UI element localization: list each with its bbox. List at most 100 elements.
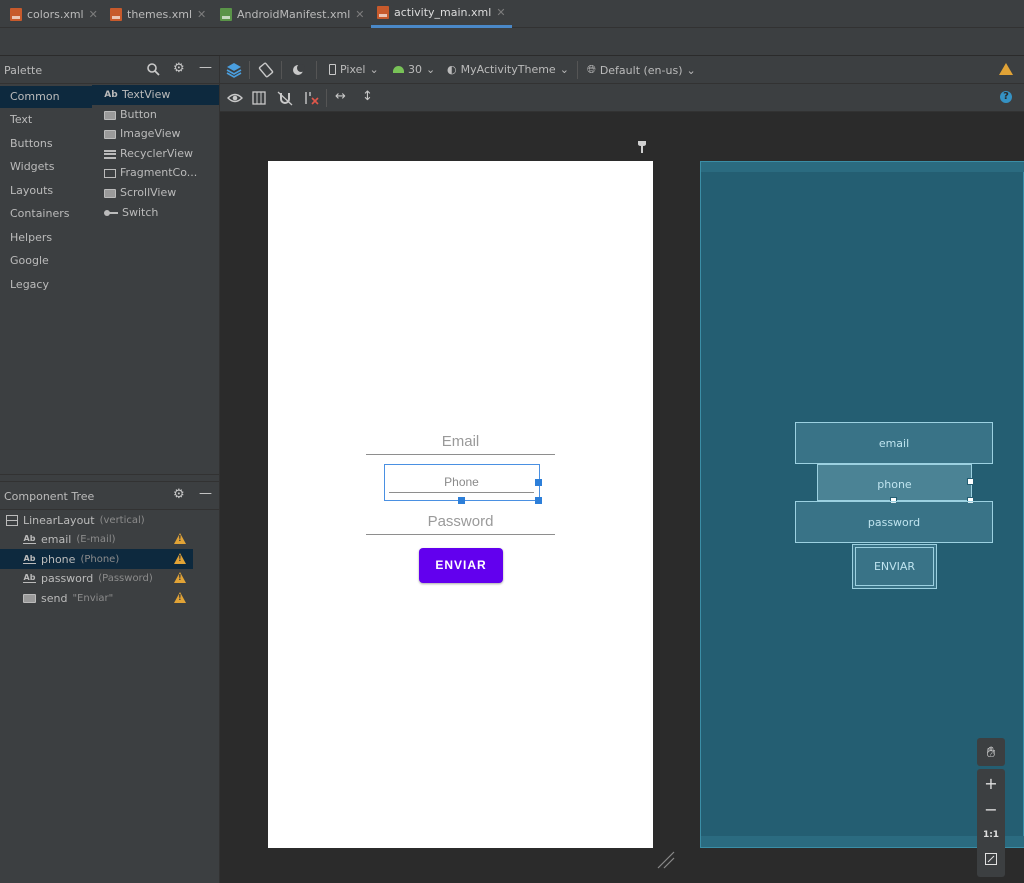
tab-themes-xml[interactable]: themes.xml ✕ xyxy=(104,0,212,28)
design-surface[interactable] xyxy=(268,161,653,848)
hand-icon: ✋︎ xyxy=(986,743,996,761)
warning-icon[interactable]: ! xyxy=(174,572,186,583)
tab-activity-main-xml[interactable]: activity_main.xml ✕ xyxy=(371,0,512,28)
palette-title: Palette xyxy=(4,64,43,77)
zoom-out-button[interactable]: − xyxy=(977,800,1005,819)
clear-constraints-icon[interactable] xyxy=(304,91,320,109)
tab-colors-xml[interactable]: colors.xml ✕ xyxy=(4,0,104,28)
blueprint-send[interactable]: ENVIAR xyxy=(852,544,937,589)
palette-category-common[interactable]: Common xyxy=(0,86,92,108)
editor-tab-bar: colors.xml ✕ themes.xml ✕ AndroidManifes… xyxy=(0,0,1024,28)
tree-node-email[interactable]: Ab email (E-mail) xyxy=(0,529,193,549)
rotate-orientation-icon[interactable] xyxy=(258,62,274,82)
warning-icon[interactable]: ! xyxy=(174,592,186,603)
minimize-icon[interactable]: — xyxy=(199,61,212,75)
blueprint-password[interactable]: password xyxy=(795,501,993,543)
search-icon[interactable] xyxy=(147,63,160,80)
resize-handle[interactable] xyxy=(458,497,465,504)
tree-node-label: send xyxy=(41,591,68,605)
textview-icon: Ab xyxy=(104,90,118,100)
manifest-file-icon xyxy=(220,7,232,21)
phone-field[interactable]: Phone xyxy=(389,469,534,493)
expand-horizontal-icon[interactable]: ↔ xyxy=(335,90,346,104)
theme-selector[interactable]: ◐ MyActivityTheme ⌄ xyxy=(447,63,569,76)
panel-splitter[interactable] xyxy=(0,474,219,482)
zoom-to-fit-button[interactable] xyxy=(977,853,1005,868)
close-icon[interactable]: ✕ xyxy=(355,8,364,21)
palette-category-legacy[interactable]: Legacy xyxy=(0,274,92,296)
minimize-icon[interactable]: — xyxy=(199,487,212,501)
device-selector[interactable]: Pixel ⌄ xyxy=(329,63,379,76)
textview-icon: Ab xyxy=(23,534,36,544)
locale-selector[interactable]: 🌐︎ Default (en-us) ⌄ xyxy=(587,63,696,77)
zoom-in-button[interactable]: + xyxy=(977,774,1005,793)
palette-category-widgets[interactable]: Widgets xyxy=(0,156,92,178)
tree-node-phone[interactable]: Ab phone (Phone) xyxy=(0,549,193,569)
warning-icon[interactable]: ! xyxy=(174,533,186,544)
warning-icon[interactable] xyxy=(999,63,1013,75)
blueprint-phone[interactable]: phone xyxy=(817,464,972,501)
tree-node-label: password xyxy=(41,571,94,585)
pan-tool-button[interactable]: ✋︎ xyxy=(977,738,1005,766)
magnet-off-icon[interactable] xyxy=(277,90,293,110)
xml-file-icon xyxy=(10,7,22,21)
email-field[interactable]: Email xyxy=(366,431,555,455)
tree-node-send[interactable]: send "Enviar" xyxy=(0,588,193,608)
api-level-selector[interactable]: 30 ⌄ xyxy=(393,63,435,76)
palette-category-text[interactable]: Text xyxy=(0,109,92,131)
scrollview-icon xyxy=(104,188,116,198)
palette-item-switch[interactable]: Switch xyxy=(92,203,219,223)
theme-label: MyActivityTheme xyxy=(460,63,556,76)
close-icon[interactable]: ✕ xyxy=(496,6,505,19)
warning-icon[interactable]: ! xyxy=(174,553,186,564)
toolbar-separator xyxy=(316,61,317,79)
tab-label: themes.xml xyxy=(127,7,193,21)
tree-node-password[interactable]: Ab password (Password) xyxy=(0,568,193,588)
gear-icon[interactable]: ⚙ xyxy=(173,488,185,502)
palette-category-buttons[interactable]: Buttons xyxy=(0,133,92,155)
palette-item-label: Switch xyxy=(122,206,159,219)
palette-item-scrollview[interactable]: ScrollView xyxy=(92,183,219,203)
send-button[interactable]: ENVIAR xyxy=(419,548,503,583)
xml-file-icon xyxy=(110,7,122,21)
palette-category-containers[interactable]: Containers xyxy=(0,203,92,225)
zoom-reset-button[interactable]: 1:1 xyxy=(977,830,1005,840)
api-label: 30 xyxy=(408,63,422,76)
tree-node-linearlayout[interactable]: LinearLayout (vertical) xyxy=(0,510,193,530)
tree-node-hint: (Password) xyxy=(98,572,153,584)
palette-item-recyclerview[interactable]: RecyclerView xyxy=(92,144,219,164)
palette-item-fragmentcontainer[interactable]: FragmentCo... xyxy=(92,163,219,183)
gear-icon[interactable]: ⚙ xyxy=(173,62,185,76)
eye-icon[interactable] xyxy=(227,91,243,109)
night-mode-icon[interactable] xyxy=(291,62,307,82)
textview-icon: Ab xyxy=(23,573,36,583)
resize-handle[interactable] xyxy=(967,478,974,485)
palette-item-button[interactable]: Button xyxy=(92,105,219,125)
device-label: Pixel xyxy=(340,63,366,76)
password-field[interactable]: Password xyxy=(366,511,555,535)
palette-item-imageview[interactable]: ImageView xyxy=(92,124,219,144)
chevron-down-icon: ⌄ xyxy=(686,63,696,77)
palette-category-layouts[interactable]: Layouts xyxy=(0,180,92,202)
textview-icon: Ab xyxy=(23,554,36,564)
toolbar-separator xyxy=(577,61,578,79)
resize-handle[interactable] xyxy=(535,479,542,486)
pin-icon[interactable] xyxy=(637,140,647,158)
resize-corner-icon[interactable] xyxy=(656,850,676,870)
close-icon[interactable]: ✕ xyxy=(89,8,98,21)
button-icon xyxy=(104,110,116,120)
palette-category-google[interactable]: Google xyxy=(0,250,92,272)
columns-icon[interactable] xyxy=(252,91,266,109)
expand-vertical-icon[interactable]: ↕ xyxy=(362,90,373,104)
resize-handle[interactable] xyxy=(535,497,542,504)
palette-item-textview[interactable]: Ab TextView xyxy=(92,85,219,105)
blueprint-email[interactable]: email xyxy=(795,422,993,464)
tree-node-hint: (vertical) xyxy=(99,514,145,526)
tree-node-hint: (E-mail) xyxy=(76,533,116,545)
blueprint-send-label: ENVIAR xyxy=(855,547,934,586)
palette-category-helpers[interactable]: Helpers xyxy=(0,227,92,249)
tab-androidmanifest-xml[interactable]: AndroidManifest.xml ✕ xyxy=(214,0,370,28)
layers-icon[interactable] xyxy=(226,62,242,82)
help-icon[interactable]: ? xyxy=(1000,91,1012,103)
close-icon[interactable]: ✕ xyxy=(197,8,206,21)
